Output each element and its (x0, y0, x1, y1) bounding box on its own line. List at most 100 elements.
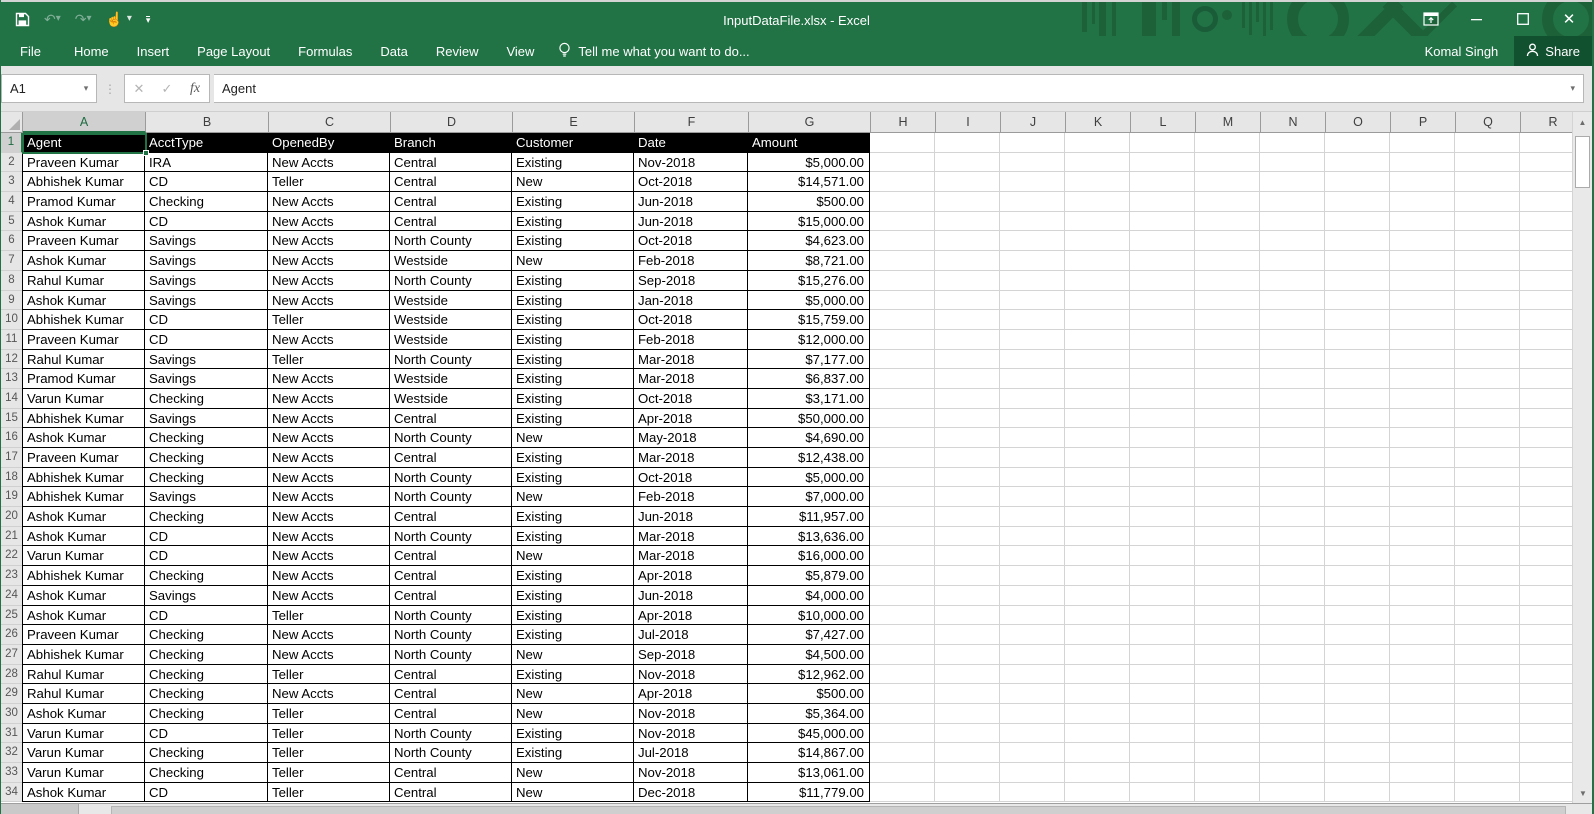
cell-L17[interactable] (1130, 448, 1195, 468)
cell-E18[interactable]: Existing (512, 468, 634, 488)
cell-N15[interactable] (1260, 409, 1325, 429)
cell-O21[interactable] (1325, 527, 1390, 547)
row-header-20[interactable]: 20 (1, 507, 23, 527)
cell-L5[interactable] (1130, 212, 1195, 232)
cell-I29[interactable] (935, 684, 1000, 704)
cell-F4[interactable]: Jun-2018 (634, 192, 748, 212)
cell-O4[interactable] (1325, 192, 1390, 212)
cell-J28[interactable] (1000, 665, 1065, 685)
cell-C9[interactable]: New Accts (268, 291, 390, 311)
cell-C31[interactable]: Teller (268, 724, 390, 744)
cell-O32[interactable] (1325, 743, 1390, 763)
column-header-D[interactable]: D (391, 112, 513, 133)
cell-N1[interactable] (1260, 133, 1325, 153)
cell-G34[interactable]: $11,779.00 (748, 783, 870, 803)
cell-H8[interactable] (870, 271, 935, 291)
cell-M16[interactable] (1195, 428, 1260, 448)
cell-O26[interactable] (1325, 625, 1390, 645)
cell-F29[interactable]: Apr-2018 (634, 684, 748, 704)
cell-I5[interactable] (935, 212, 1000, 232)
cell-K12[interactable] (1065, 350, 1130, 370)
cell-C32[interactable]: Teller (268, 743, 390, 763)
cell-F17[interactable]: Mar-2018 (634, 448, 748, 468)
cell-G33[interactable]: $13,061.00 (748, 763, 870, 783)
cell-D21[interactable]: North County (390, 527, 512, 547)
cell-K3[interactable] (1065, 172, 1130, 192)
cell-Q8[interactable] (1455, 271, 1520, 291)
cell-J8[interactable] (1000, 271, 1065, 291)
scroll-down-icon[interactable]: ▼ (1573, 783, 1593, 803)
cell-N2[interactable] (1260, 153, 1325, 173)
cell-F15[interactable]: Apr-2018 (634, 409, 748, 429)
name-box[interactable]: A1 ▾ (1, 74, 97, 103)
cell-J23[interactable] (1000, 566, 1065, 586)
cell-H32[interactable] (870, 743, 935, 763)
cell-F22[interactable]: Mar-2018 (634, 546, 748, 566)
cell-C3[interactable]: Teller (268, 172, 390, 192)
cell-P10[interactable] (1390, 310, 1455, 330)
cell-O10[interactable] (1325, 310, 1390, 330)
cell-N18[interactable] (1260, 468, 1325, 488)
cell-P16[interactable] (1390, 428, 1455, 448)
cell-J25[interactable] (1000, 606, 1065, 626)
cell-B31[interactable]: CD (145, 724, 268, 744)
cell-Q11[interactable] (1455, 330, 1520, 350)
cell-O2[interactable] (1325, 153, 1390, 173)
cell-L28[interactable] (1130, 665, 1195, 685)
cell-M34[interactable] (1195, 783, 1260, 803)
cell-M14[interactable] (1195, 389, 1260, 409)
cell-P2[interactable] (1390, 153, 1455, 173)
cell-Q4[interactable] (1455, 192, 1520, 212)
cell-G25[interactable]: $10,000.00 (748, 606, 870, 626)
cell-K1[interactable] (1065, 133, 1130, 153)
cell-E33[interactable]: New (512, 763, 634, 783)
cell-J26[interactable] (1000, 625, 1065, 645)
cell-I22[interactable] (935, 546, 1000, 566)
cell-H4[interactable] (870, 192, 935, 212)
undo-icon[interactable]: ↶▾ (44, 12, 61, 26)
cell-B10[interactable]: CD (145, 310, 268, 330)
cell-D15[interactable]: Central (390, 409, 512, 429)
cell-P28[interactable] (1390, 665, 1455, 685)
cell-I33[interactable] (935, 763, 1000, 783)
cell-E30[interactable]: New (512, 704, 634, 724)
cell-A31[interactable]: Varun Kumar (22, 724, 145, 744)
cell-H31[interactable] (870, 724, 935, 744)
cell-K5[interactable] (1065, 212, 1130, 232)
cell-M23[interactable] (1195, 566, 1260, 586)
cell-G31[interactable]: $45,000.00 (748, 724, 870, 744)
cell-H21[interactable] (870, 527, 935, 547)
cell-M6[interactable] (1195, 231, 1260, 251)
cell-G28[interactable]: $12,962.00 (748, 665, 870, 685)
signed-in-user[interactable]: Komal Singh (1425, 44, 1499, 59)
cell-K20[interactable] (1065, 507, 1130, 527)
sheet-tab-sliver[interactable] (1, 804, 79, 814)
row-header-24[interactable]: 24 (1, 586, 23, 606)
row-header-13[interactable]: 13 (1, 369, 23, 389)
cell-C7[interactable]: New Accts (268, 251, 390, 271)
cell-E6[interactable]: Existing (512, 231, 634, 251)
cell-A18[interactable]: Abhishek Kumar (22, 468, 145, 488)
cell-D3[interactable]: Central (390, 172, 512, 192)
cell-E3[interactable]: New (512, 172, 634, 192)
enter-icon[interactable]: ✓ (153, 81, 181, 97)
cell-I23[interactable] (935, 566, 1000, 586)
cell-H3[interactable] (870, 172, 935, 192)
cell-A34[interactable]: Ashok Kumar (22, 783, 145, 803)
cell-N30[interactable] (1260, 704, 1325, 724)
cell-J30[interactable] (1000, 704, 1065, 724)
cell-D24[interactable]: Central (390, 586, 512, 606)
cell-L20[interactable] (1130, 507, 1195, 527)
cell-K27[interactable] (1065, 645, 1130, 665)
cell-C13[interactable]: New Accts (268, 369, 390, 389)
column-header-I[interactable]: I (936, 112, 1001, 133)
cell-L31[interactable] (1130, 724, 1195, 744)
cell-C28[interactable]: Teller (268, 665, 390, 685)
cell-D26[interactable]: North County (390, 625, 512, 645)
cell-I13[interactable] (935, 369, 1000, 389)
column-header-O[interactable]: O (1326, 112, 1391, 133)
cell-N31[interactable] (1260, 724, 1325, 744)
cell-J15[interactable] (1000, 409, 1065, 429)
cell-F11[interactable]: Feb-2018 (634, 330, 748, 350)
cell-F20[interactable]: Jun-2018 (634, 507, 748, 527)
